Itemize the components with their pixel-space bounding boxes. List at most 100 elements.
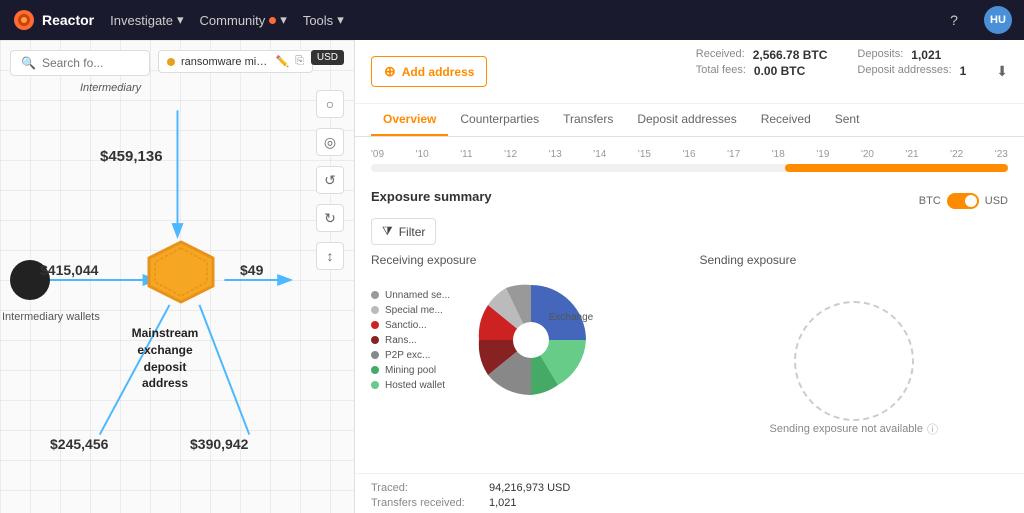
legend-mining: Mining pool	[371, 365, 450, 376]
circle-tool-button[interactable]: ○	[316, 90, 344, 118]
bottom-stats: Traced: 94,216,973 USD Transfers receive…	[355, 473, 1024, 513]
logo[interactable]: Reactor	[12, 8, 94, 32]
currency-badge[interactable]: USD	[311, 50, 344, 65]
tab-transfers[interactable]: Transfers	[551, 104, 625, 136]
deposit-addr-value: 1	[960, 64, 967, 78]
fees-value: 0.00 BTC	[754, 64, 805, 78]
tools-chevron-icon: ▾	[337, 12, 344, 28]
undo-button[interactable]: ↺	[316, 166, 344, 194]
currency-toggle[interactable]: BTC USD	[919, 193, 1008, 209]
dashed-circle	[794, 301, 914, 421]
tab-sent[interactable]: Sent	[823, 104, 872, 136]
redo-button[interactable]: ↻	[316, 204, 344, 232]
transfers-label: Transfers received:	[371, 497, 481, 509]
traced-label: Traced:	[371, 482, 481, 494]
community-chevron-icon: ▾	[280, 12, 287, 28]
community-label: Community	[200, 13, 266, 28]
edit-icon[interactable]: ✏️	[275, 55, 289, 68]
wallets-label: Intermediary wallets	[2, 310, 100, 325]
sort-button[interactable]: ↕	[316, 242, 344, 270]
address-dot-icon	[167, 58, 175, 66]
share-icon[interactable]: ⎘	[295, 55, 304, 68]
investigate-label: Investigate	[110, 13, 173, 28]
deposits-label: Deposits:	[857, 48, 903, 62]
traced-row: Traced: 94,216,973 USD	[371, 482, 1008, 494]
hex-node[interactable]	[145, 240, 217, 304]
deposit-addr-label: Deposit addresses:	[857, 64, 951, 78]
user-avatar[interactable]: HU	[984, 6, 1012, 34]
address-tag[interactable]: ransomware mining la... ✏️ ⎘	[158, 50, 313, 73]
tab-counterparties[interactable]: Counterparties	[448, 104, 551, 136]
transfers-value: 1,021	[489, 497, 517, 509]
graph-panel: 🔍 ransomware mining la... ✏️ ⎘ USD Inter…	[0, 40, 355, 513]
toggle-switch[interactable]	[947, 193, 979, 209]
community-menu[interactable]: Community ▾	[200, 12, 287, 28]
help-button[interactable]: ?	[940, 6, 968, 34]
sending-exposure-chart: Sending exposure Sending exposure not av…	[700, 253, 1009, 463]
filter-button[interactable]: ⧩ Filter	[371, 218, 436, 245]
timeline-area: '09'10 '11'12 '13'14 '15'16 '17'18 '19'2…	[355, 137, 1024, 181]
deposits-value: 1,021	[911, 48, 941, 62]
deposits-stat: Deposits: 1,021 Deposit addresses: 1	[857, 48, 966, 78]
stats-row: ⊕ Add address Received: 2,566.78 BTC Tot…	[355, 40, 1024, 104]
timeline-bar[interactable]	[371, 164, 1008, 172]
exposure-title: Exposure summary	[371, 189, 492, 204]
target-tool-button[interactable]: ◎	[316, 128, 344, 156]
add-address-button[interactable]: ⊕ Add address	[371, 56, 487, 87]
search-input[interactable]	[42, 56, 139, 70]
legend-hosted: Hosted wallet	[371, 380, 450, 391]
address-label: ransomware mining la...	[181, 56, 269, 68]
timeline-fill	[785, 164, 1008, 172]
main-node-label: Mainstreamexchangedepositaddress	[100, 325, 230, 392]
received-stat: Received: 2,566.78 BTC Total fees: 0.00 …	[696, 48, 828, 78]
search-bar[interactable]: 🔍	[10, 50, 150, 76]
tab-overview[interactable]: Overview	[371, 104, 448, 136]
tools-menu[interactable]: Tools ▾	[303, 12, 344, 28]
pie-chart-wrapper: Unnamed se... Special me... Sanctio...	[371, 275, 680, 405]
tab-deposit-addresses[interactable]: Deposit addresses	[625, 104, 748, 136]
pie-legend: Unnamed se... Special me... Sanctio...	[371, 290, 450, 391]
amount-bottom-left: $245,456	[50, 436, 108, 452]
tools-label: Tools	[303, 13, 333, 28]
add-address-label: Add address	[402, 65, 475, 79]
legend-ransomware: Rans...	[371, 335, 450, 346]
graph-canvas[interactable]: 🔍 ransomware mining la... ✏️ ⎘ USD Inter…	[0, 40, 354, 513]
received-label: Received:	[696, 48, 745, 62]
received-value: 2,566.78 BTC	[753, 48, 828, 62]
investigate-menu[interactable]: Investigate ▾	[110, 12, 183, 28]
receiving-exposure-chart: Receiving exposure Unnamed se... Special…	[371, 253, 680, 463]
filter-icon: ⧩	[382, 224, 393, 239]
amount-right-top: $49	[240, 262, 263, 278]
right-toolbar: ○ ◎ ↺ ↻ ↕	[316, 90, 344, 270]
sending-not-available: Sending exposure not available ⓘ	[769, 301, 938, 437]
legend-dot-p2p	[371, 351, 379, 359]
legend-dot-sanctions	[371, 321, 379, 329]
toggle-knob	[965, 195, 977, 207]
investigate-chevron-icon: ▾	[177, 12, 184, 28]
charts-row: Receiving exposure Unnamed se... Special…	[355, 253, 1024, 473]
search-icon: 🔍	[21, 56, 36, 70]
tab-received[interactable]: Received	[749, 104, 823, 136]
legend-special: Special me...	[371, 305, 450, 316]
usd-label: USD	[985, 195, 1008, 207]
legend-unnamed: Unnamed se...	[371, 290, 450, 301]
intermediary-top-label: Intermediary	[80, 82, 141, 94]
tabs-row: Overview Counterparties Transfers Deposi…	[355, 104, 1024, 137]
legend-dot-ransomware	[371, 336, 379, 344]
main-layout: 🔍 ransomware mining la... ✏️ ⎘ USD Inter…	[0, 40, 1024, 513]
download-button[interactable]: ⬇	[996, 63, 1008, 80]
legend-dot-hosted	[371, 381, 379, 389]
traced-value: 94,216,973 USD	[489, 482, 570, 494]
transfers-row: Transfers received: 1,021	[371, 497, 1008, 509]
pie-chart-svg: Exchange	[466, 275, 596, 405]
btc-label: BTC	[919, 195, 941, 207]
legend-dot-unnamed	[371, 291, 379, 299]
sending-chart-area: Sending exposure not available ⓘ	[769, 275, 938, 463]
legend-dot-special	[371, 306, 379, 314]
amount-left: $415,044	[40, 262, 98, 278]
legend-dot-mining	[371, 366, 379, 374]
svg-text:Exchange: Exchange	[549, 312, 594, 323]
amount-top: $459,136	[100, 148, 163, 165]
brand-name: Reactor	[42, 12, 94, 28]
reactor-logo-icon	[12, 8, 36, 32]
